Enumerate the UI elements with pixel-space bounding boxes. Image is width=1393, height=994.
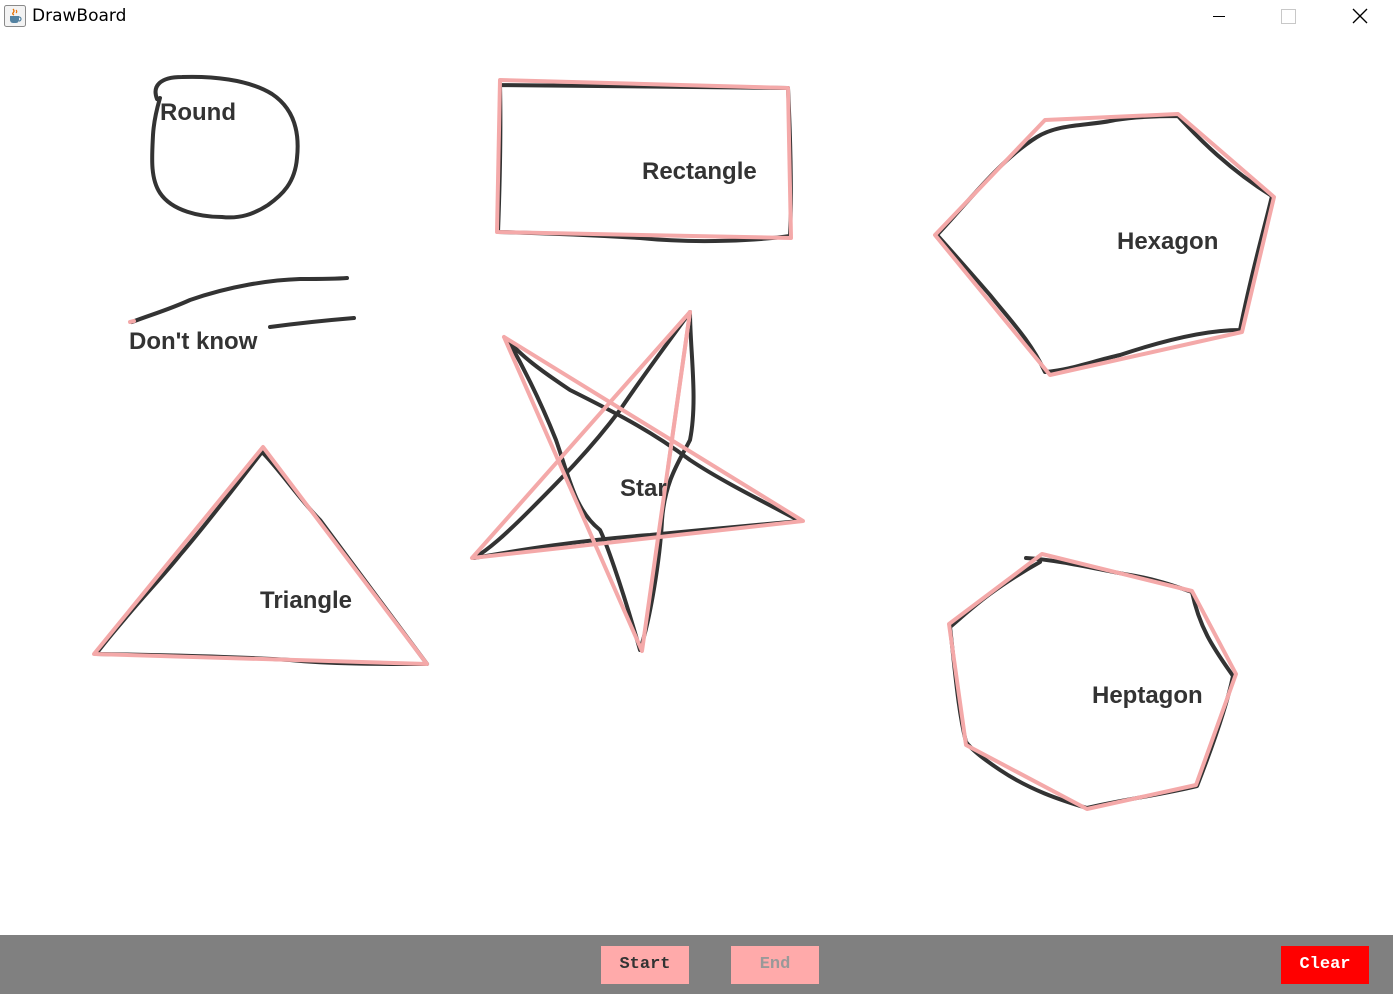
- round-label: Round: [160, 99, 236, 126]
- clear-button[interactable]: Clear: [1281, 946, 1369, 984]
- start-button[interactable]: Start: [601, 946, 689, 984]
- close-button[interactable]: [1336, 0, 1382, 33]
- star-label: Star: [620, 475, 667, 502]
- window-title: DrawBoard: [32, 6, 127, 26]
- heptagon-label: Heptagon: [1092, 682, 1203, 709]
- dont-know-stroke-2: [268, 316, 356, 329]
- drawing-canvas[interactable]: Round Rectangle Hexagon Don't know Star …: [0, 33, 1393, 935]
- triangle-fit: [92, 445, 429, 666]
- rectangle-label: Rectangle: [642, 158, 757, 185]
- java-cup-icon: [4, 5, 26, 27]
- minimize-icon: [1213, 16, 1225, 17]
- close-icon: [1352, 8, 1368, 24]
- end-button[interactable]: End: [731, 946, 819, 984]
- maximize-button[interactable]: [1266, 0, 1312, 33]
- drawboard-window: DrawBoard Round Rectangle Hexagon Don't …: [0, 0, 1393, 994]
- maximize-icon: [1281, 9, 1296, 24]
- triangle-label: Triangle: [260, 587, 353, 614]
- hexagon-label: Hexagon: [1117, 228, 1219, 255]
- hexagon-fit: [933, 112, 1276, 377]
- dont-know-label: Don't know: [129, 328, 258, 355]
- dont-know-stroke-1: [130, 276, 349, 324]
- dont-know-fit: [128, 319, 136, 324]
- round-stroke: [150, 74, 300, 220]
- triangle-stroke: [94, 450, 429, 666]
- bottom-toolbar: Start End Clear: [0, 935, 1393, 994]
- title-bar: DrawBoard: [0, 0, 1393, 33]
- minimize-button[interactable]: [1196, 0, 1242, 33]
